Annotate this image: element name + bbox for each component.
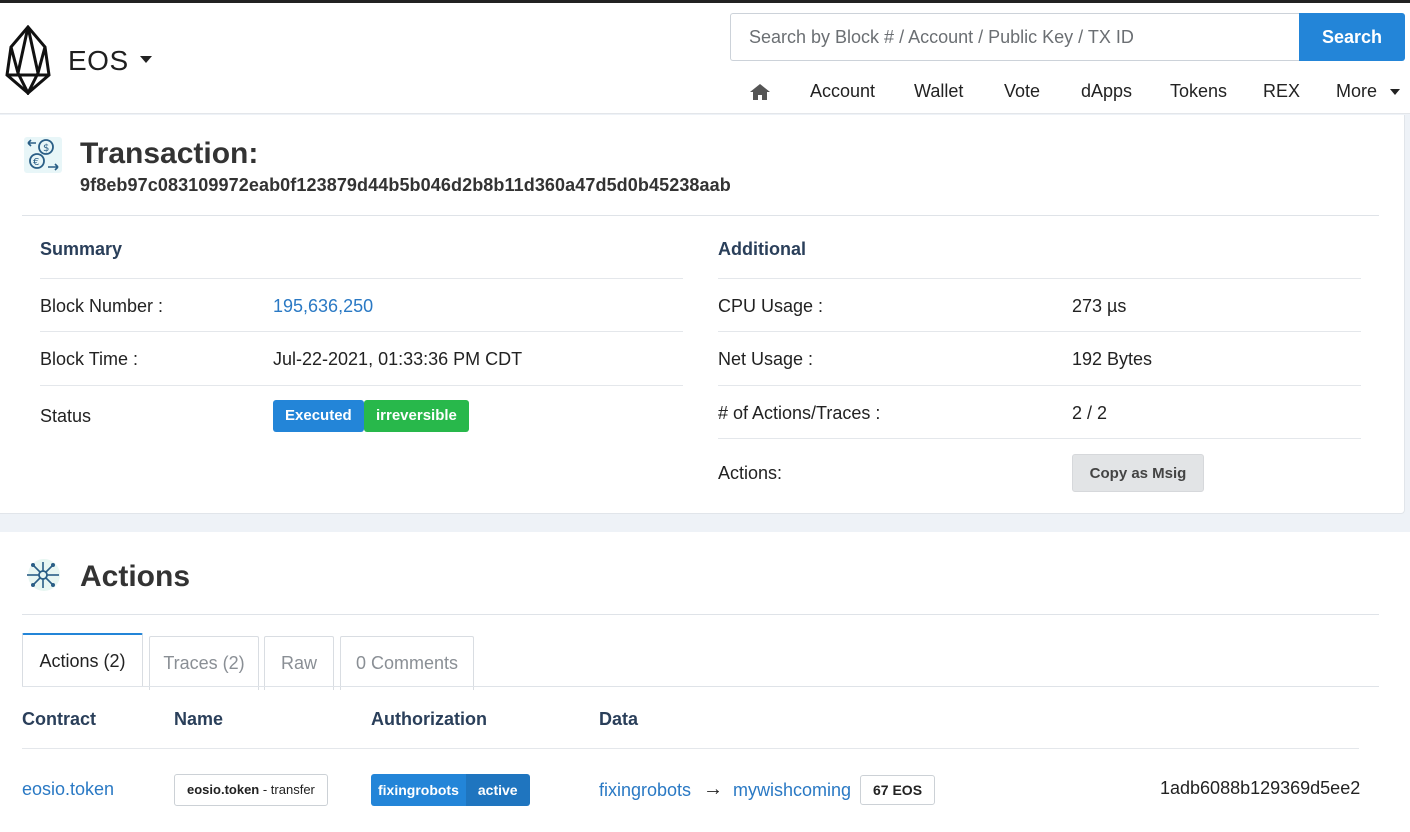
divider	[22, 686, 1379, 687]
nav-tokens[interactable]: Tokens	[1170, 81, 1227, 102]
contract-link[interactable]: eosio.token	[22, 779, 114, 800]
tab-traces[interactable]: Traces (2)	[149, 636, 259, 690]
tab-actions[interactable]: Actions (2)	[22, 633, 143, 687]
action-contract-name: eosio.token	[187, 782, 260, 797]
caret-down-icon[interactable]	[140, 56, 152, 63]
status-executed-badge: Executed	[273, 400, 364, 432]
svg-text:€: €	[33, 157, 39, 168]
actions-title: Actions	[80, 560, 191, 593]
nav-account[interactable]: Account	[810, 81, 875, 102]
auth-permission: active	[465, 774, 530, 806]
divider	[40, 385, 683, 386]
authorization-badge: fixingrobots active	[371, 774, 530, 806]
cpu-usage-value: 273 µs	[1072, 296, 1127, 316]
to-account-link[interactable]: mywishcoming	[733, 780, 851, 801]
home-icon[interactable]	[750, 83, 770, 101]
actions-label: Actions:	[718, 463, 783, 483]
divider	[718, 438, 1361, 439]
nav-dapps[interactable]: dApps	[1081, 81, 1132, 102]
block-number-link[interactable]: 195,636,250	[273, 296, 373, 317]
summary-heading: Summary	[40, 239, 123, 259]
block-number-label: Block Number :	[40, 296, 164, 316]
nav-vote[interactable]: Vote	[1004, 81, 1040, 102]
page-title: Transaction:	[80, 137, 259, 170]
copy-as-msig-button[interactable]: Copy as Msig	[1072, 454, 1204, 492]
currency-exchange-icon: $ €	[24, 137, 62, 173]
actions-panel: Actions Actions (2) Traces (2) Raw 0 Com…	[0, 532, 1410, 832]
divider	[22, 748, 1359, 749]
amount-badge: 67 EOS	[860, 775, 936, 805]
column-header-authorization: Authorization	[371, 709, 487, 729]
divider	[40, 331, 683, 332]
auth-actor-link[interactable]: fixingrobots	[371, 774, 466, 806]
network-selector[interactable]: EOS	[68, 45, 129, 77]
action-name-chip: eosio.token - transfer	[174, 774, 328, 806]
tab-raw[interactable]: Raw	[264, 636, 334, 690]
cpu-usage-label: CPU Usage :	[718, 296, 824, 316]
tab-comments[interactable]: 0 Comments	[340, 636, 474, 690]
nav-wallet[interactable]: Wallet	[914, 81, 963, 102]
divider	[40, 278, 683, 279]
top-header: EOS Search Account Wallet Vote dApps Tok…	[0, 0, 1410, 114]
additional-heading: Additional	[718, 239, 806, 259]
divider	[22, 215, 1379, 216]
block-time-value: Jul-22-2021, 01:33:36 PM CDT	[273, 349, 523, 369]
status-label: Status	[40, 406, 92, 426]
divider	[718, 331, 1361, 332]
memo-value: 1adb6088b129369d5ee2	[1160, 778, 1361, 798]
network-hub-icon	[27, 559, 60, 591]
action-method-name: - transfer	[259, 782, 315, 797]
svg-text:$: $	[43, 143, 49, 154]
nav-more[interactable]: More	[1336, 81, 1377, 102]
divider	[22, 614, 1379, 615]
divider	[718, 385, 1361, 386]
actions-traces-label: # of Actions/Traces :	[718, 403, 881, 423]
column-header-data: Data	[599, 709, 639, 729]
main-nav: Account Wallet Vote dApps Tokens REX Mor…	[0, 81, 1410, 105]
nav-rex[interactable]: REX	[1263, 81, 1300, 102]
search-input[interactable]	[730, 13, 1300, 61]
net-usage-value: 192 Bytes	[1072, 349, 1153, 369]
caret-down-icon[interactable]	[1390, 89, 1400, 95]
status-irreversible-badge: irreversible	[364, 400, 469, 432]
column-header-name: Name	[174, 709, 224, 729]
transaction-panel: $ € Transaction: 9f8eb97c083109972eab0f1…	[0, 115, 1405, 514]
actions-traces-value: 2 / 2	[1072, 403, 1108, 423]
arrow-right-icon: →	[703, 778, 723, 800]
search-button[interactable]: Search	[1299, 13, 1405, 61]
block-time-label: Block Time :	[40, 349, 139, 369]
divider	[718, 278, 1361, 279]
transaction-hash: 9f8eb97c083109972eab0f123879d44b5b046d2b…	[80, 175, 731, 195]
net-usage-label: Net Usage :	[718, 349, 814, 369]
column-header-contract: Contract	[22, 709, 97, 729]
from-account-link[interactable]: fixingrobots	[599, 780, 691, 801]
